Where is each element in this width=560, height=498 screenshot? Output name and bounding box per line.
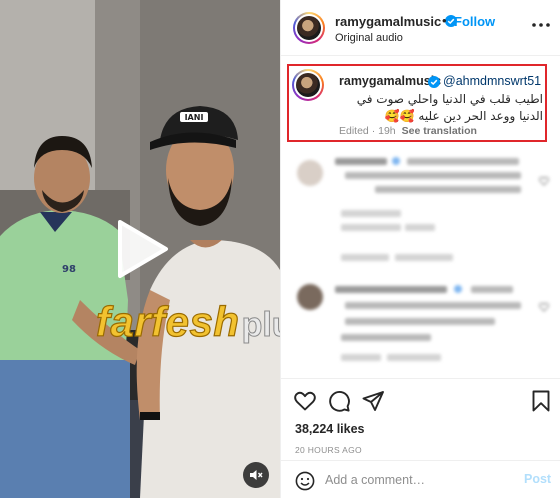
- more-horizontal-icon[interactable]: [531, 18, 551, 32]
- comment-input[interactable]: [325, 470, 515, 490]
- header-separator: •: [442, 13, 447, 28]
- post-time: 20 HOURS AGO: [295, 445, 362, 455]
- comments-list: [281, 148, 560, 380]
- caption-edited-time: Edited · 19h: [339, 125, 396, 137]
- avatar: [296, 73, 320, 97]
- verified-badge-icon: [428, 76, 440, 88]
- caption-avatar[interactable]: [292, 69, 324, 101]
- post-comment-button[interactable]: Post: [524, 472, 551, 486]
- heart-icon[interactable]: [293, 389, 317, 413]
- post-actions: [281, 378, 560, 420]
- avatar: [297, 160, 323, 186]
- cap-logo-text: IANI: [185, 113, 204, 122]
- caption-meta: Edited · 19h See translation: [339, 125, 477, 137]
- caption-text: اطيب قلب في الدنيا واحلي صوت في الدنيا و…: [356, 92, 543, 123]
- caption-username[interactable]: ramygamalmusic: [339, 74, 441, 88]
- header-username[interactable]: ramygamalmusic: [335, 14, 441, 29]
- send-icon[interactable]: [361, 389, 385, 413]
- follow-button[interactable]: Follow: [454, 14, 495, 29]
- caption-mention[interactable]: @ahmdmnswrt51: [443, 74, 541, 88]
- post-video[interactable]: IANI 98: [0, 0, 280, 498]
- mute-button[interactable]: [243, 462, 269, 488]
- post-header: ramygamalmusic • Follow Original audio: [281, 0, 560, 56]
- comment-like-icon[interactable]: [539, 176, 549, 186]
- add-comment-bar: Post: [281, 460, 560, 498]
- likes-count[interactable]: 38,224 likes: [295, 422, 365, 436]
- original-audio-link[interactable]: Original audio: [335, 32, 403, 44]
- header-avatar[interactable]: [293, 12, 325, 44]
- caption-highlight: ramygamalmusic @ahmdmnswrt51 اطيب قلب في…: [287, 64, 547, 142]
- play-icon[interactable]: [104, 214, 174, 284]
- see-translation-link[interactable]: See translation: [402, 125, 477, 137]
- avatar: [297, 16, 321, 40]
- bookmark-icon[interactable]: [529, 389, 553, 413]
- emoji-icon[interactable]: [295, 471, 315, 491]
- post-details-panel: ramygamalmusic • Follow Original audio r…: [280, 0, 560, 498]
- shirt-print: 98: [62, 264, 76, 275]
- avatar: [297, 284, 323, 310]
- comment-like-icon[interactable]: [539, 302, 549, 312]
- comment-icon[interactable]: [327, 389, 351, 413]
- speaker-muted-icon: [250, 470, 263, 480]
